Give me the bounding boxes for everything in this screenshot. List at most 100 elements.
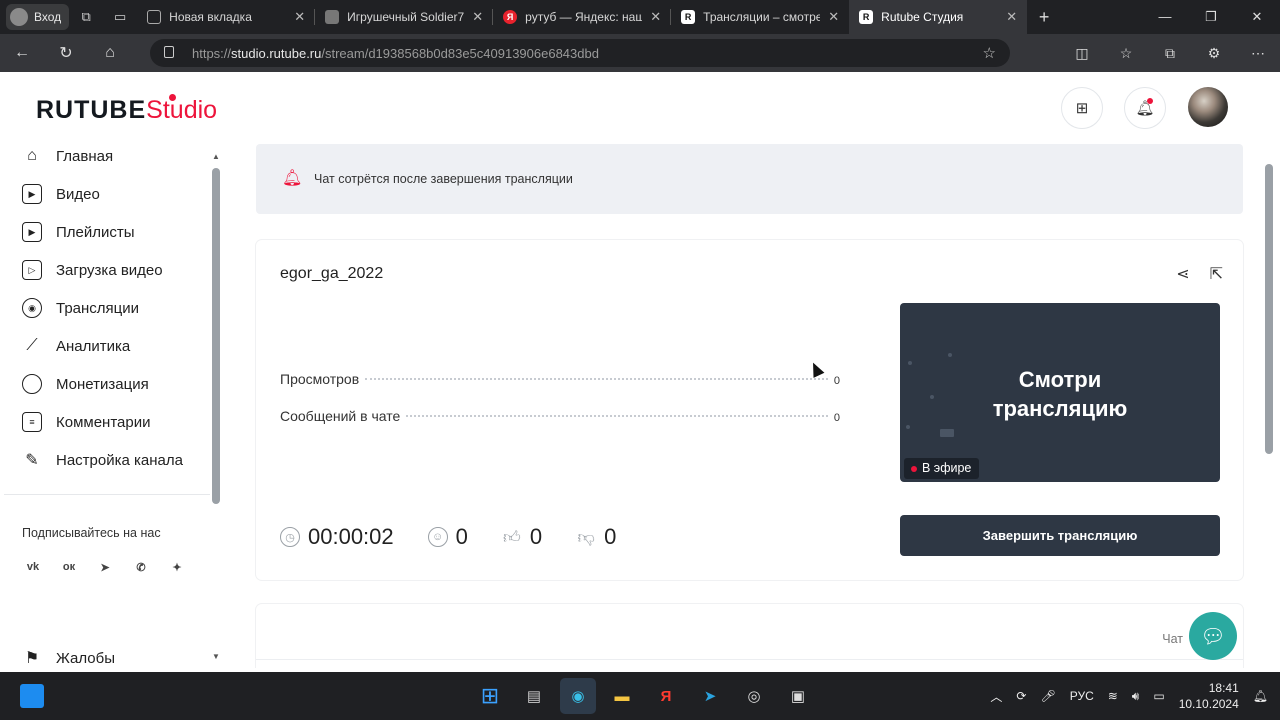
restore-icon[interactable]: ❐ xyxy=(1188,9,1234,25)
ok-icon[interactable]: ок xyxy=(58,556,80,578)
telegram-icon[interactable]: ➤ xyxy=(94,556,116,578)
wifi-icon[interactable]: ≋ xyxy=(1108,689,1118,703)
sidebar-item-comments[interactable]: ≡ Комментарии xyxy=(22,410,150,434)
extension-icon[interactable]: ⚙ xyxy=(1192,45,1236,62)
chat-divider xyxy=(256,659,1243,660)
user-avatar[interactable] xyxy=(1188,87,1228,127)
split-screen-icon[interactable]: ◫ xyxy=(1060,45,1104,62)
home-icon: ⌂ xyxy=(27,147,37,164)
sidebar-item-analytics[interactable]: ⟋ Аналитика xyxy=(22,334,130,358)
sidebar-item-playlists[interactable]: ▶ Плейлисты xyxy=(22,220,135,244)
preview-decoration xyxy=(906,425,910,429)
logo-main: RUTUBE xyxy=(36,96,147,124)
browser-toolbar-right: ◫ ☆ ⧉ ⚙ ⋯ xyxy=(1060,34,1280,72)
browser-tab-1[interactable]: Новая вкладка ✕ xyxy=(137,0,316,34)
new-tab-button[interactable]: + xyxy=(1027,7,1061,28)
microphone-icon[interactable]: 🎤︎ xyxy=(1040,689,1055,703)
close-tab-icon[interactable]: ✕ xyxy=(1006,9,1017,25)
close-tab-icon[interactable]: ✕ xyxy=(650,9,661,25)
sidebar-scroll-thumb[interactable] xyxy=(212,168,220,504)
more-socials-icon[interactable]: ✦ xyxy=(166,556,188,578)
rutube-studio-logo[interactable]: RUTUBEStudio xyxy=(36,94,217,125)
end-broadcast-button[interactable]: Завершить трансляцию xyxy=(900,515,1220,556)
sidebar-item-channel-settings[interactable]: ✎ Настройка канала xyxy=(22,448,183,472)
browser-tab-4[interactable]: R Трансляции – смотре ✕ xyxy=(671,0,849,34)
close-tab-icon[interactable]: ✕ xyxy=(828,9,839,25)
comments-icon: ≡ xyxy=(22,412,42,432)
profile-avatar-icon xyxy=(10,8,28,26)
sidebar-item-broadcasts[interactable]: ◉ Трансляции xyxy=(22,296,139,320)
views-row: Просмотров 0 xyxy=(280,371,840,387)
tab-title: Новая вкладка xyxy=(169,10,252,24)
vk-icon[interactable]: vk xyxy=(22,556,44,578)
likes-metric: 👍︎ 0 xyxy=(502,524,542,550)
page-scrollbar[interactable] xyxy=(1262,72,1276,668)
profile-label: Вход xyxy=(34,10,62,24)
volume-icon[interactable]: 🔊︎ xyxy=(1132,689,1140,704)
duration-metric: ◷ 00:00:02 xyxy=(280,524,394,550)
page-scroll-thumb[interactable] xyxy=(1265,164,1273,454)
subscribe-label: Подписывайтесь на нас xyxy=(22,526,161,540)
favorites-icon[interactable]: ☆ xyxy=(1104,45,1148,62)
browser-tab-5[interactable]: R Rutube Студия ✕ xyxy=(849,0,1028,34)
reload-icon[interactable]: ↻ xyxy=(44,43,88,63)
taskbar-apps: ⊞ ▤ ◉ ▬ Я ➤ ◎ ▣ xyxy=(472,672,816,720)
sidebar-item-home[interactable]: ⌂ Главная xyxy=(22,144,113,168)
obs-icon[interactable]: ◎ xyxy=(736,678,772,714)
url-field[interactable]: https://studio.rutube.ru/stream/d1938568… xyxy=(150,39,1010,67)
close-tab-icon[interactable]: ✕ xyxy=(472,9,483,25)
sidebar-scrollbar[interactable]: ▲ ▼ xyxy=(212,152,220,664)
back-icon[interactable]: ← xyxy=(0,44,44,62)
open-external-icon[interactable]: ⇱ xyxy=(1210,264,1223,284)
viber-icon[interactable]: ✆ xyxy=(130,556,152,578)
home-browser-icon[interactable]: ⌂ xyxy=(88,44,132,62)
sidebar-item-upload[interactable]: ▷ Загрузка видео xyxy=(22,258,163,282)
profile-button[interactable]: Вход xyxy=(6,4,70,30)
favorite-star-icon[interactable]: ☆ xyxy=(983,44,996,62)
sidebar-item-monetization[interactable]: Монетизация xyxy=(22,372,149,396)
more-menu-icon[interactable]: ⋯ xyxy=(1236,45,1280,62)
browser-tab-2[interactable]: Игрушечный Soldier7 ✕ xyxy=(315,0,494,34)
share-icon[interactable]: ⋖ xyxy=(1176,264,1189,284)
site-icon xyxy=(325,10,340,24)
close-window-icon[interactable]: ✕ xyxy=(1234,9,1280,25)
collections-icon[interactable]: ⧉ xyxy=(1148,45,1192,62)
rutube-app-icon[interactable]: ▣ xyxy=(780,678,816,714)
language-indicator[interactable]: РУС xyxy=(1070,689,1094,703)
folder-icon[interactable]: ▬ xyxy=(604,678,640,714)
yandex-icon: Я xyxy=(503,10,518,24)
windows-taskbar: ⊞ ▤ ◉ ▬ Я ➤ ◎ ▣ ︿ ⟳ 🎤︎ РУС ≋ 🔊︎ ▭ 18:41 … xyxy=(0,672,1280,720)
url-host: studio.rutube.ru xyxy=(231,45,322,61)
battery-icon[interactable]: ▭ xyxy=(1153,689,1164,703)
scroll-down-icon[interactable]: ▼ xyxy=(212,652,220,661)
notification-dot xyxy=(1147,98,1153,104)
stream-preview[interactable]: Смотри трансляцию В эфире xyxy=(900,303,1220,482)
yandex-browser-icon[interactable]: Я xyxy=(648,678,684,714)
close-tab-icon[interactable]: ✕ xyxy=(294,9,305,25)
minimize-icon[interactable]: — xyxy=(1142,9,1188,25)
sidebar-item-video[interactable]: ▶ Видео xyxy=(22,182,100,206)
chat-bubble-icon: 💬︎ xyxy=(1200,625,1226,648)
sidebar-item-label: Комментарии xyxy=(56,413,151,431)
chevron-up-icon[interactable]: ︿ xyxy=(990,688,1002,705)
notifications-button[interactable]: 🔔︎ xyxy=(1124,87,1166,129)
chat-section: Чат xyxy=(256,604,1243,668)
browser-tab-3[interactable]: Я рутуб — Яндекс: наш ✕ xyxy=(493,0,672,34)
sidebar-item-complaints[interactable]: ⚑ Жалобы xyxy=(22,646,115,668)
create-button[interactable]: ⊞ xyxy=(1061,87,1103,129)
telegram-app-icon[interactable]: ➤ xyxy=(692,678,728,714)
workspaces-icon[interactable]: ⧉ xyxy=(69,0,103,34)
sidebar-item-label: Видео xyxy=(56,185,100,203)
windows-start-icon[interactable]: ⊞ xyxy=(472,678,508,714)
rutube-icon: R xyxy=(681,10,696,24)
widgets-icon[interactable] xyxy=(20,684,44,708)
sync-icon[interactable]: ⟳ xyxy=(1016,689,1026,703)
edge-browser-icon[interactable]: ◉ xyxy=(560,678,596,714)
clock[interactable]: 18:41 10.10.2024 xyxy=(1179,680,1239,712)
file-explorer-window-icon[interactable]: ▤ xyxy=(516,678,552,714)
notifications-tray-icon[interactable]: 🔔︎ xyxy=(1253,689,1268,703)
tab-actions-icon[interactable]: ▭ xyxy=(103,0,137,34)
likes-value: 0 xyxy=(529,524,543,549)
scroll-up-icon[interactable]: ▲ xyxy=(212,152,220,161)
support-chat-button[interactable]: 💬︎ xyxy=(1189,612,1237,660)
